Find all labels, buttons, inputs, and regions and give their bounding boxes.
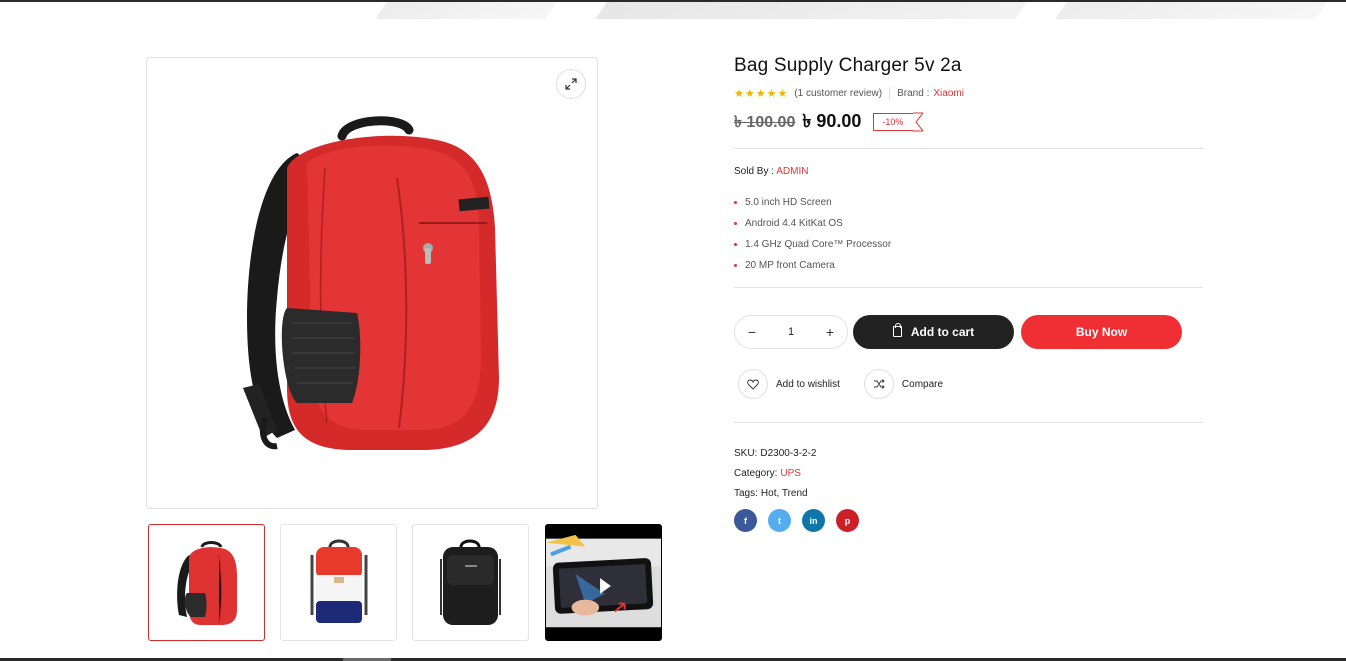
banner-decoration (585, 2, 1035, 19)
sold-by: Sold By : ADMIN (734, 166, 1204, 180)
buy-now-button[interactable]: Buy Now (1021, 314, 1182, 349)
feature-item: Android 4.4 KitKat OS (734, 213, 1204, 234)
feature-item: 1.4 GHz Quad Core™ Processor (734, 234, 1204, 255)
heart-icon (738, 369, 768, 399)
quantity-decrease-button[interactable]: − (743, 324, 761, 340)
facebook-icon[interactable]: f (734, 509, 757, 532)
thumbnail-strip (148, 524, 668, 641)
divider (734, 148, 1203, 149)
badge-notch (913, 112, 924, 132)
quantity-input[interactable]: 1 (771, 326, 811, 338)
shopping-bag-icon (892, 323, 902, 337)
add-to-cart-label: Add to cart (910, 324, 975, 339)
quantity-stepper: − 1 + (734, 314, 848, 349)
add-to-cart-button[interactable]: Add to cart (853, 314, 1014, 349)
red-backpack-image (243, 116, 499, 450)
product-main-image[interactable] (146, 57, 598, 509)
product-meta: SKU: D2300-3-2-2 Category: UPS Tags: Hot… (734, 443, 1204, 503)
wishlist-label: Add to wishlist (776, 378, 840, 390)
tags-row: Tags: Hot, Trend (734, 483, 1204, 503)
review-count-link[interactable]: (1 customer review) (794, 88, 882, 99)
sku-value: D2300-3-2-2 (760, 447, 817, 459)
secondary-actions: Add to wishlist Compare (734, 369, 1204, 399)
sku-row: SKU: D2300-3-2-2 (734, 443, 1204, 463)
product-title: Bag Supply Charger 5v 2a (734, 55, 962, 76)
feature-item: 5.0 inch HD Screen (734, 192, 1204, 213)
brand-label: Brand : (897, 87, 930, 99)
brand-link[interactable]: Xiaomi (933, 88, 964, 99)
social-share: f t in p (734, 509, 1204, 532)
shuffle-icon (863, 369, 894, 399)
purchase-actions: − 1 + Add to cart Buy Now (734, 314, 1204, 349)
seller-link[interactable]: ADMIN (776, 166, 808, 177)
sku-label: SKU: (734, 447, 758, 459)
add-to-wishlist-button[interactable]: Add to wishlist (734, 369, 840, 399)
divider (734, 422, 1203, 423)
quantity-increase-button[interactable]: + (821, 324, 839, 340)
discount-badge: -10% (873, 112, 924, 132)
thumbnail-video[interactable] (545, 524, 662, 641)
category-link[interactable]: UPS (780, 468, 801, 479)
pinterest-icon[interactable]: p (836, 509, 859, 532)
thumbnail-red-white-blue-backpack[interactable] (280, 524, 397, 641)
discount-label: -10% (882, 117, 904, 127)
old-price: ৳ 100.00 (734, 113, 796, 131)
rating-stars: ★★★★★ (734, 87, 789, 100)
twitter-icon[interactable]: t (768, 509, 791, 532)
feature-list: 5.0 inch HD Screen Android 4.4 KitKat OS… (734, 192, 1204, 276)
tags-label: Tags: (734, 487, 758, 499)
linkedin-icon[interactable]: in (802, 509, 825, 532)
category-row: Category: UPS (734, 463, 1204, 483)
banner-decoration (365, 2, 565, 19)
category-label: Category: (734, 467, 778, 479)
product-details: Bag Supply Charger 5v 2a ★★★★★ (1 custom… (734, 55, 1204, 532)
divider (889, 87, 891, 99)
price-row: ৳ 100.00 ৳ 90.00 -10% (734, 110, 1204, 134)
compare-button[interactable]: Compare (863, 369, 944, 399)
current-price: ৳ 90.00 (802, 110, 862, 131)
rating-row: ★★★★★ (1 customer review) Brand : Xiaomi (734, 86, 1204, 100)
compare-label: Compare (901, 378, 944, 390)
banner-decoration (1045, 2, 1335, 19)
thumbnail-red-backpack[interactable] (148, 524, 265, 641)
sold-by-label: Sold By : (734, 166, 775, 177)
expand-icon[interactable] (556, 69, 586, 99)
tags-value[interactable]: Hot, Trend (761, 488, 808, 499)
top-banner (0, 0, 1346, 19)
divider (734, 287, 1203, 288)
feature-item: 20 MP front Camera (734, 255, 1204, 276)
thumbnail-black-backpack[interactable] (412, 524, 529, 641)
